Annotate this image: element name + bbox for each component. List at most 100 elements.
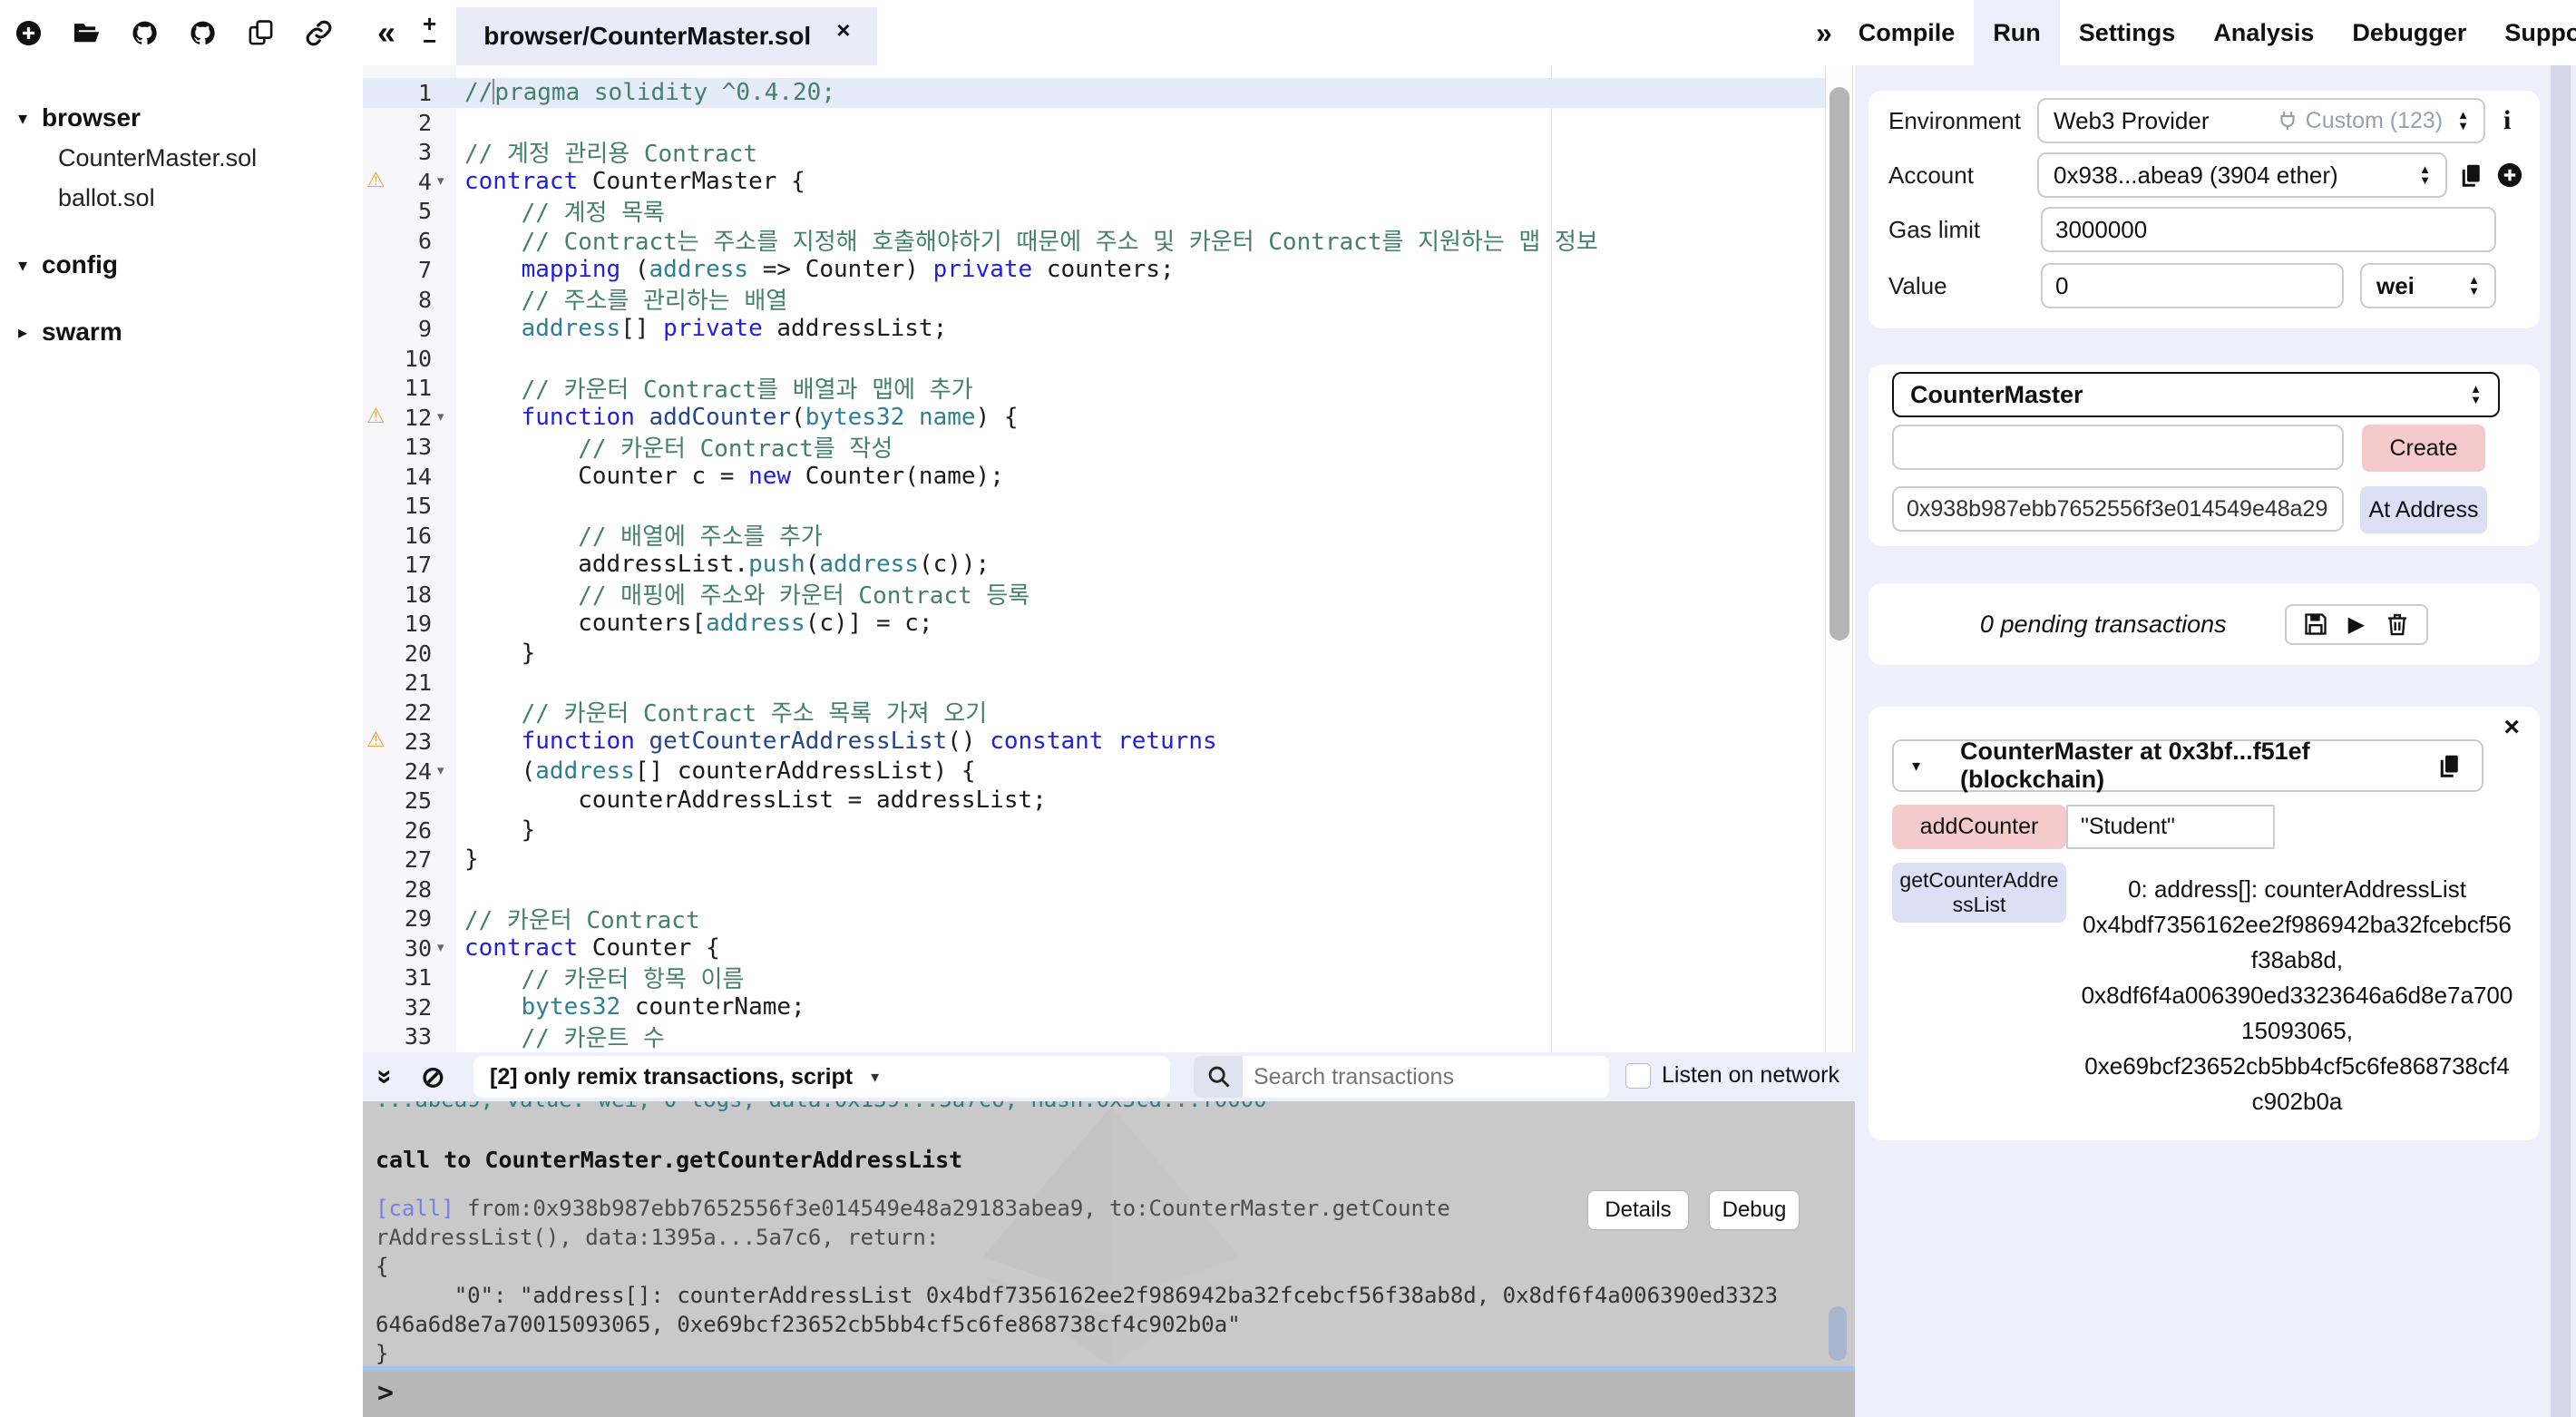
- play-transactions-icon[interactable]: ▶: [2348, 611, 2365, 638]
- environment-select[interactable]: Web3 Provider Custom (123) ▲▼: [2037, 98, 2485, 143]
- code-line[interactable]: 2: [363, 108, 1825, 138]
- add-counter-arg-input[interactable]: [2066, 805, 2275, 849]
- save-transactions-icon[interactable]: [2303, 611, 2328, 637]
- terminal-prompt-row[interactable]: >: [363, 1372, 1855, 1417]
- fold-caret-icon[interactable]: ▾: [437, 762, 444, 778]
- code-line[interactable]: ⚠12▾ function addCounter(bytes32 name) {: [363, 403, 1825, 433]
- code-line[interactable]: 24▾ (address[] counterAddressList) {: [363, 757, 1825, 787]
- menu-overflow-icon[interactable]: »: [1816, 16, 1832, 50]
- code-line[interactable]: 32 bytes32 counterName;: [363, 992, 1825, 1022]
- environment-stepper[interactable]: ▲▼: [2457, 110, 2469, 132]
- copy-files-icon[interactable]: [247, 19, 275, 47]
- code-line[interactable]: 33 // 카운트 수: [363, 1021, 1825, 1051]
- code-line[interactable]: 18 // 매핑에 주소와 카운터 Contract 등록: [363, 580, 1825, 610]
- code-line[interactable]: ⚠23 function getCounterAddressList() con…: [363, 727, 1825, 757]
- code-line[interactable]: 7 mapping (address => Counter) private c…: [363, 255, 1825, 285]
- menu-item-run[interactable]: Run: [1974, 0, 2059, 65]
- search-transactions-input[interactable]: [1243, 1056, 1609, 1098]
- contract-select[interactable]: CounterMaster ▲▼: [1892, 372, 2500, 417]
- details-button[interactable]: Details: [1587, 1190, 1689, 1230]
- add-counter-function-button[interactable]: addCounter: [1892, 805, 2066, 849]
- code-line[interactable]: 29// 카운터 Contract: [363, 904, 1825, 933]
- constructor-args-input[interactable]: [1892, 425, 2344, 470]
- gas-limit-input[interactable]: [2041, 207, 2496, 252]
- code-line[interactable]: 3// 계정 관리용 Contract: [363, 137, 1825, 167]
- code-line[interactable]: 15: [363, 491, 1825, 521]
- contract-select-stepper[interactable]: ▲▼: [2470, 384, 2482, 406]
- copy-account-icon[interactable]: [2458, 161, 2485, 189]
- code-line[interactable]: 5 // 계정 목록: [363, 196, 1825, 226]
- code-line[interactable]: 9 address[] private addressList;: [363, 314, 1825, 344]
- code-line[interactable]: 20 }: [363, 639, 1825, 669]
- account-select[interactable]: 0x938...abea9 (3904 ether) ▲▼: [2037, 152, 2447, 198]
- code-line[interactable]: 1//pragma solidity ^0.4.20;: [363, 78, 1825, 108]
- remove-instance-icon[interactable]: ×: [2503, 712, 2520, 743]
- code-line[interactable]: 22 // 카운터 Contract 주소 목록 가져 오기: [363, 698, 1825, 728]
- terminal-output[interactable]: ...abea9, value: wei, 0 logs, data:0x139…: [363, 1101, 1855, 1366]
- new-file-icon[interactable]: [15, 19, 43, 47]
- listen-on-network-checkbox[interactable]: [1625, 1063, 1651, 1089]
- tab-counter-master[interactable]: browser/CounterMaster.sol ×: [456, 7, 877, 65]
- info-icon[interactable]: i: [2503, 105, 2511, 136]
- menu-item-compile[interactable]: Compile: [1839, 0, 1975, 65]
- add-account-icon[interactable]: [2496, 161, 2523, 189]
- code-line[interactable]: 30▾contract Counter {: [363, 933, 1825, 963]
- at-address-input[interactable]: [1892, 486, 2344, 532]
- run-panel-scrollbar[interactable]: [2551, 65, 2571, 1417]
- file-ballot.sol[interactable]: ballot.sol: [0, 178, 361, 218]
- code-line[interactable]: 19 counters[address(c)] = c;: [363, 609, 1825, 639]
- value-input[interactable]: [2041, 263, 2344, 308]
- code-line[interactable]: 13 // 카운터 Contract를 작성: [363, 432, 1825, 462]
- create-button[interactable]: Create: [2362, 425, 2485, 472]
- account-stepper[interactable]: ▲▼: [2419, 164, 2431, 186]
- fold-caret-icon[interactable]: ▾: [437, 939, 444, 955]
- code-line[interactable]: 6 // Contract는 주소를 지정해 호출해야하기 때문에 주소 및 카…: [363, 226, 1825, 256]
- value-unit-stepper[interactable]: ▲▼: [2468, 275, 2480, 297]
- instance-title-box[interactable]: ▾ CounterMaster at 0x3bf...f51ef (blockc…: [1892, 739, 2483, 792]
- publish-link-icon[interactable]: [305, 19, 333, 47]
- delete-transactions-icon[interactable]: [2385, 611, 2410, 637]
- fold-caret-icon[interactable]: ▾: [437, 408, 444, 425]
- code-line[interactable]: 14 Counter c = new Counter(name);: [363, 462, 1825, 492]
- code-line[interactable]: 28: [363, 875, 1825, 904]
- terminal-collapse-icon[interactable]: »: [369, 1070, 400, 1085]
- terminal-scrollbar-thumb[interactable]: [1829, 1306, 1847, 1361]
- collapse-sidebar-icon[interactable]: «: [377, 14, 395, 52]
- code-line[interactable]: 17 addressList.push(address(c));: [363, 550, 1825, 580]
- open-folder-icon[interactable]: [73, 19, 101, 47]
- code-line[interactable]: 26 }: [363, 816, 1825, 845]
- value-unit-select[interactable]: wei ▲▼: [2360, 263, 2496, 308]
- code-line[interactable]: 8 // 주소를 관리하는 배열: [363, 285, 1825, 315]
- tab-close-icon[interactable]: ×: [836, 16, 850, 44]
- zoom-out-icon[interactable]: −: [423, 33, 436, 50]
- code-line[interactable]: 27}: [363, 845, 1825, 875]
- code-line[interactable]: 25 counterAddressList = addressList;: [363, 786, 1825, 816]
- folder-swarm[interactable]: ▸swarm: [0, 312, 361, 352]
- menu-item-settings[interactable]: Settings: [2060, 0, 2195, 65]
- file-CounterMaster.sol[interactable]: CounterMaster.sol: [0, 138, 361, 178]
- get-counter-address-list-button[interactable]: getCounterAddre ssList: [1892, 863, 2066, 923]
- terminal-filter-dropdown[interactable]: [2] only remix transactions, script ▾: [473, 1056, 1170, 1098]
- editor-scrollbar-thumb[interactable]: [1830, 87, 1849, 640]
- code-line[interactable]: 10: [363, 344, 1825, 374]
- code-line[interactable]: 31 // 카운터 항목 이름: [363, 963, 1825, 992]
- terminal-clear-icon[interactable]: ⊘: [421, 1060, 445, 1094]
- editor-zoom-controls[interactable]: + −: [423, 15, 436, 50]
- editor-scrollbar[interactable]: [1825, 65, 1853, 1052]
- fold-caret-icon[interactable]: ▾: [437, 172, 444, 189]
- menu-item-debugger[interactable]: Debugger: [2333, 0, 2485, 65]
- menu-item-analysis[interactable]: Analysis: [2194, 0, 2333, 65]
- debug-button[interactable]: Debug: [1709, 1190, 1800, 1230]
- code-line[interactable]: 11 // 카운터 Contract를 배열과 맵에 추가: [363, 373, 1825, 403]
- folder-config[interactable]: ▾config: [0, 245, 361, 285]
- at-address-button[interactable]: At Address: [2360, 486, 2487, 533]
- code-line[interactable]: 21: [363, 668, 1825, 698]
- instance-caret-icon[interactable]: ▾: [1912, 757, 1920, 776]
- code-line[interactable]: 16 // 배열에 주소를 추가: [363, 521, 1825, 551]
- menu-item-support[interactable]: Support: [2485, 0, 2576, 65]
- copy-instance-address-icon[interactable]: [2436, 752, 2464, 779]
- code-editor[interactable]: 1//pragma solidity ^0.4.20;23// 계정 관리용 C…: [363, 65, 1825, 1052]
- gist-icon[interactable]: [189, 19, 217, 47]
- code-line[interactable]: ⚠4▾contract CounterMaster {: [363, 167, 1825, 197]
- folder-browser[interactable]: ▾browser: [0, 98, 361, 138]
